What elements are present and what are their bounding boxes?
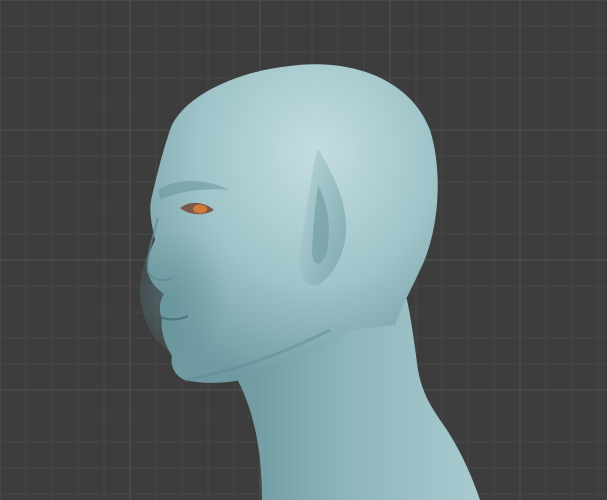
3d-viewport[interactable]	[0, 0, 607, 500]
iris	[193, 204, 207, 214]
cheek-shadow	[140, 220, 250, 360]
elf-head-model[interactable]	[140, 64, 480, 500]
